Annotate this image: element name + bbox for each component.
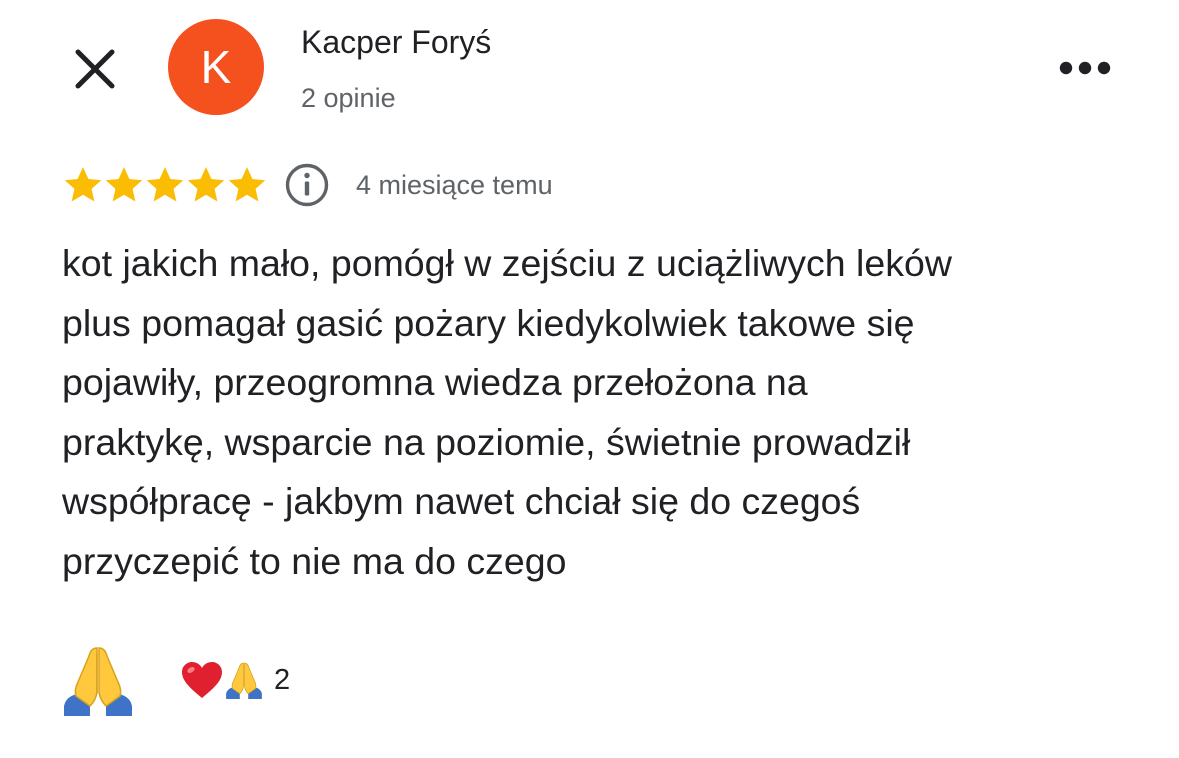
review-text-line: przyczepić to nie ma do czego [62,539,567,582]
heart-icon [182,662,222,698]
close-icon [75,49,115,89]
star-icon [187,167,225,202]
info-icon[interactable] [284,162,330,208]
review-date: 4 miesiące temu [356,169,553,200]
author-name[interactable]: Kacper Foryś [301,24,491,61]
more-options-icon [1059,61,1111,75]
more-options-button[interactable] [1050,50,1120,86]
reaction-count: 2 [274,663,291,696]
star-icon [146,167,184,202]
review-text-line: pojawiły, przeogromna wiedza przełożona … [62,361,808,403]
review-text: kot jakich mało, pomógł w zejściu z ucią… [62,234,1142,591]
rating-row: 4 miesiące temu [62,162,553,208]
review-text-line: współpracę - jakbym nawet chciał się do … [62,480,861,522]
reactions-bar: 2 [58,640,290,720]
reaction-summary[interactable]: 2 [180,660,290,700]
praying-hands-icon [64,647,132,716]
review-text-line: praktykę, wsparcie na poziomie, świetnie… [62,420,911,463]
review-text-line: plus pomagał gasić pożary kiedykolwiek t… [62,301,915,344]
star-icon [64,167,102,202]
praying-hands-icon [226,662,262,699]
add-reaction-button[interactable] [58,640,138,720]
review-text-line: kot jakich mało, pomógł w zejściu z ucią… [62,242,952,284]
author-review-count: 2 opinie [301,83,396,113]
avatar[interactable]: K [168,19,264,115]
star-icon [228,167,266,202]
star-rating [62,164,267,206]
close-button[interactable] [68,42,122,96]
star-icon [105,167,143,202]
